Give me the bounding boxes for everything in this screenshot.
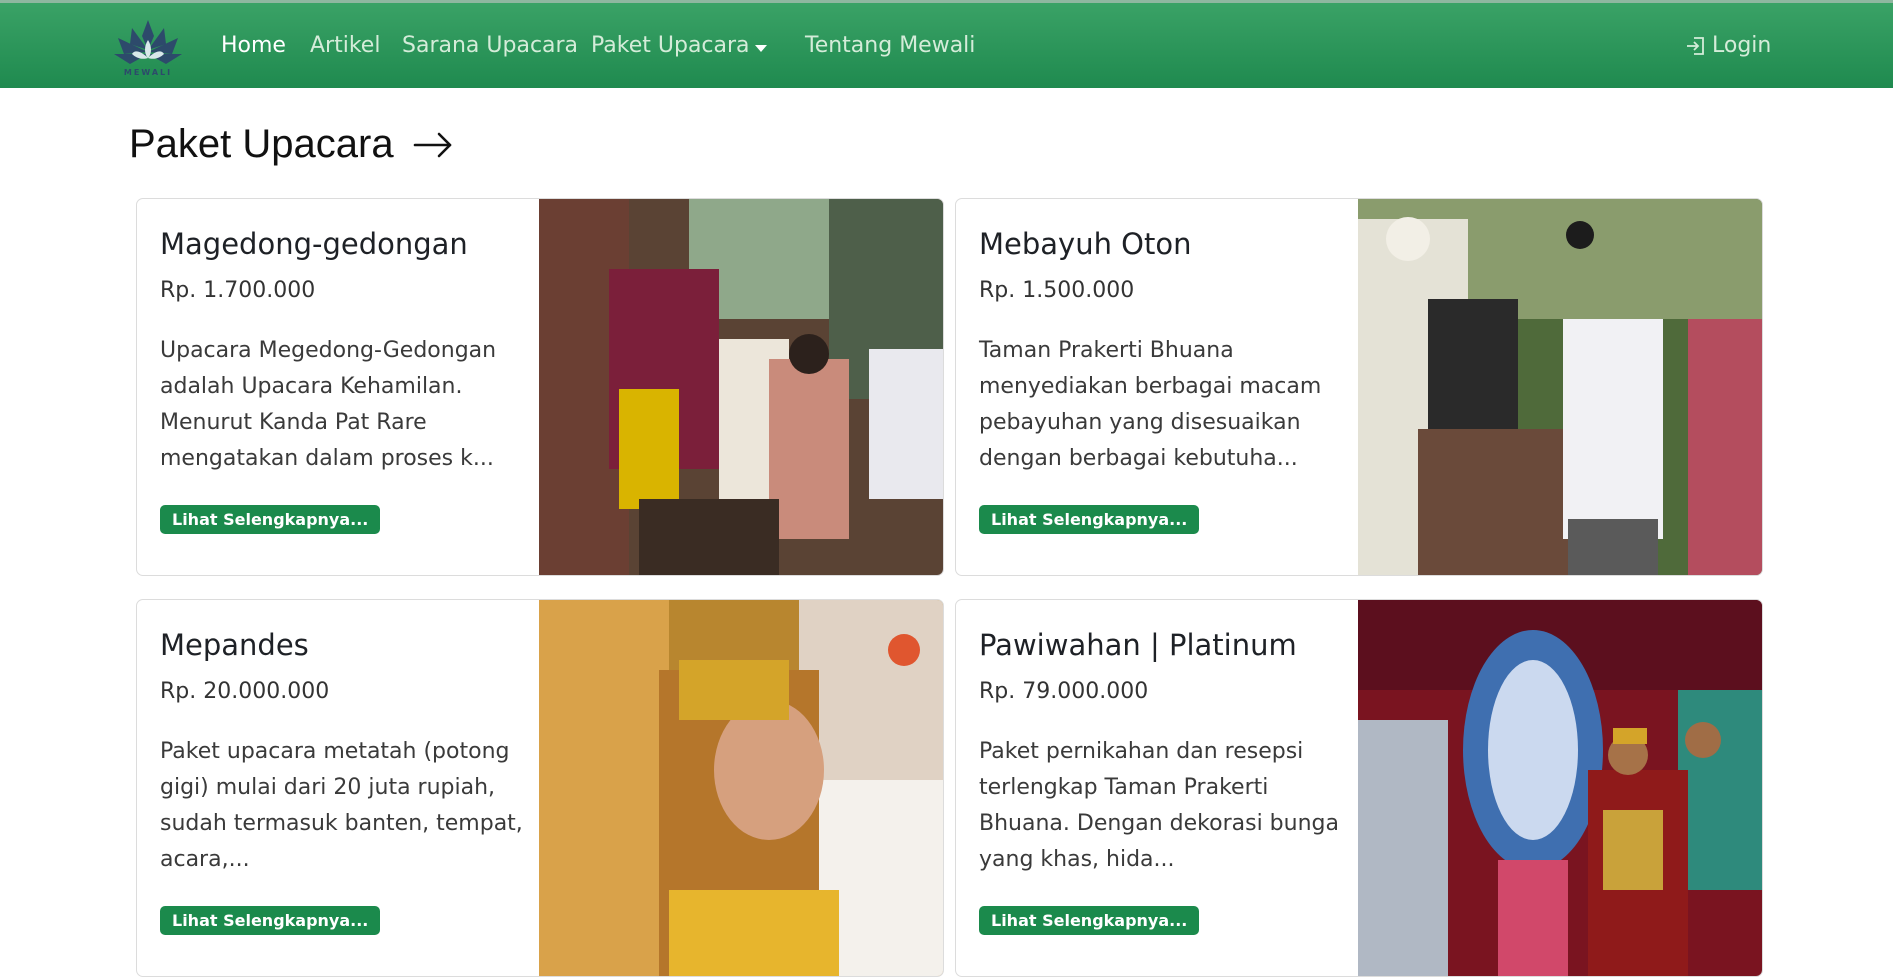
view-more-button[interactable]: Lihat Selengkapnya... <box>160 505 381 534</box>
mewali-logo[interactable]: MEWALI <box>110 14 186 78</box>
card-description: Taman Prakerti Bhuana menyediakan berbag… <box>979 338 1322 471</box>
card-price: Rp. 79.000.000 <box>979 679 1149 704</box>
nav-home[interactable]: Home <box>221 33 286 59</box>
card-price: Rp. 1.700.000 <box>160 278 316 303</box>
card-body: Mebayuh Oton Rp. 1.500.000 Taman Prakert… <box>979 199 1349 575</box>
card-description: Upacara Megedong-Gedongan adalah Upacara… <box>160 338 497 471</box>
card-body: Magedong-gedongan Rp. 1.700.000 Upacara … <box>160 199 530 575</box>
nav-artikel[interactable]: Artikel <box>310 33 380 59</box>
logo-text: MEWALI <box>124 68 172 77</box>
ceremony-photo[interactable] <box>1358 199 1762 575</box>
login-icon <box>1687 37 1704 55</box>
view-more-button[interactable]: Lihat Selengkapnya... <box>160 906 381 935</box>
login-label: Login <box>1712 33 1772 58</box>
page-title: Paket Upacara <box>129 122 394 166</box>
view-more-button[interactable]: Lihat Selengkapnya... <box>979 505 1200 534</box>
card-body: Mepandes Rp. 20.000.000 Paket upacara me… <box>160 600 530 976</box>
card-price: Rp. 1.500.000 <box>979 278 1135 303</box>
view-more-button[interactable]: Lihat Selengkapnya... <box>979 906 1200 935</box>
chevron-down-icon[interactable] <box>755 45 767 52</box>
package-card-pawiwahan-platinum: Pawiwahan | Platinum Rp. 79.000.000 Pake… <box>955 599 1763 977</box>
ceremony-photo[interactable] <box>1358 600 1762 976</box>
ceremony-photo[interactable] <box>539 199 943 575</box>
card-title: Pawiwahan | Platinum <box>979 628 1297 662</box>
package-card-mebayuh-oton: Mebayuh Oton Rp. 1.500.000 Taman Prakert… <box>955 198 1763 576</box>
navbar: MEWALI Home Artikel Sarana Upacara Paket… <box>0 3 1893 88</box>
card-title: Magedong-gedongan <box>160 227 468 261</box>
arrow-right-icon[interactable] <box>412 124 454 166</box>
ceremony-photo[interactable] <box>539 600 943 976</box>
card-title: Mebayuh Oton <box>979 227 1192 261</box>
card-body: Pawiwahan | Platinum Rp. 79.000.000 Pake… <box>979 600 1349 976</box>
package-card-magedong-gedongan: Magedong-gedongan Rp. 1.700.000 Upacara … <box>136 198 944 576</box>
nav-sarana-upacara[interactable]: Sarana Upacara <box>402 33 578 59</box>
nav-tentang-mewali[interactable]: Tentang Mewali <box>805 33 975 59</box>
card-price: Rp. 20.000.000 <box>160 679 330 704</box>
card-description: Paket pernikahan dan resepsi terlengkap … <box>979 739 1339 872</box>
card-title: Mepandes <box>160 628 309 662</box>
package-card-mepandes: Mepandes Rp. 20.000.000 Paket upacara me… <box>136 599 944 977</box>
card-description: Paket upacara metatah (potong gigi) mula… <box>160 739 523 872</box>
nav-paket-upacara[interactable]: Paket Upacara <box>591 33 750 59</box>
